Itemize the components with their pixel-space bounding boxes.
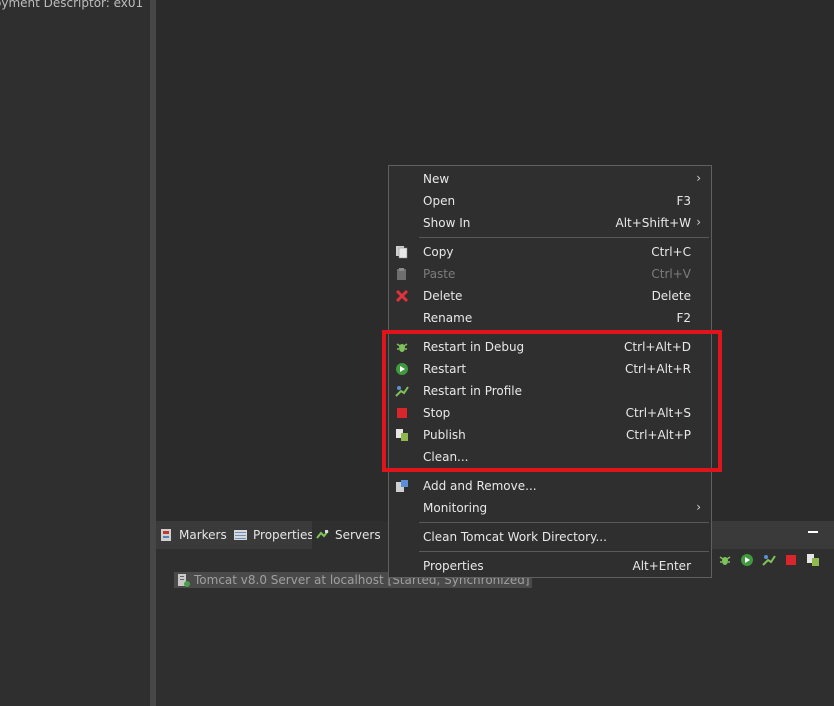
tab-label: Markers: [179, 528, 227, 542]
menu-separator: [419, 237, 709, 238]
menu-item-copy[interactable]: Copy Ctrl+C: [389, 241, 711, 263]
servers-toolbar: [718, 553, 820, 567]
chevron-right-icon: ›: [696, 500, 701, 514]
menu-separator: [419, 522, 709, 523]
chevron-right-icon: ›: [696, 215, 701, 229]
menu-item-label: Show In: [423, 216, 471, 230]
menu-item-shortcut: Alt+Shift+W: [615, 216, 692, 230]
menu-item-label: New: [423, 172, 450, 186]
menu-item-properties[interactable]: Properties Alt+Enter: [389, 555, 711, 577]
markers-icon: [160, 529, 173, 541]
paste-icon: [395, 267, 409, 281]
servers-icon: [316, 529, 329, 541]
menu-item-label: Add and Remove...: [423, 479, 537, 493]
properties-icon: [234, 529, 247, 541]
project-explorer-panel: oyment Descriptor: ex01 l: [0, 0, 150, 706]
tomcat-icon: [176, 573, 190, 587]
menu-item-add-and-remove[interactable]: Add and Remove...: [389, 475, 711, 497]
highlight-annotation-box: [382, 330, 722, 472]
tab-markers[interactable]: Markers: [160, 521, 230, 549]
menu-item-label: Paste: [423, 267, 456, 281]
menu-item-shortcut: Ctrl+C: [651, 245, 691, 259]
add-remove-icon: [395, 479, 409, 493]
menu-item-label: Delete: [423, 289, 463, 303]
tab-properties[interactable]: Properties: [234, 521, 314, 549]
chevron-right-icon: ›: [696, 171, 701, 185]
copy-icon: [395, 245, 409, 259]
menu-item-label: Properties: [423, 559, 484, 573]
profile-icon[interactable]: [762, 553, 776, 567]
menu-item-shortcut: F3: [676, 194, 691, 208]
menu-item-label: Rename: [423, 311, 473, 325]
menu-item-open[interactable]: Open F3: [389, 190, 711, 212]
menu-item-label: Open: [423, 194, 456, 208]
menu-item-label: Monitoring: [423, 501, 488, 515]
tab-label: Properties: [253, 528, 314, 542]
menu-item-monitoring[interactable]: Monitoring ›: [389, 497, 711, 519]
start-icon[interactable]: [740, 553, 754, 567]
tree-item-deployment-descriptor[interactable]: oyment Descriptor: ex01: [0, 0, 143, 10]
menu-separator: [419, 551, 709, 552]
menu-item-new[interactable]: New ›: [389, 168, 711, 190]
menu-item-rename[interactable]: Rename F2: [389, 307, 711, 329]
delete-icon: [395, 289, 409, 303]
menu-item-clean-tomcat-work-directory[interactable]: Clean Tomcat Work Directory...: [389, 526, 711, 548]
menu-item-paste: Paste Ctrl+V: [389, 263, 711, 285]
menu-item-delete[interactable]: Delete Delete: [389, 285, 711, 307]
menu-item-show-in[interactable]: Show In Alt+Shift+W ›: [389, 212, 711, 234]
publish-icon[interactable]: [806, 553, 820, 567]
menu-item-shortcut: F2: [676, 311, 691, 325]
debug-icon[interactable]: [718, 553, 732, 567]
menu-item-shortcut: Alt+Enter: [632, 559, 691, 573]
menu-item-label: Clean Tomcat Work Directory...: [423, 530, 607, 544]
tab-label: Servers: [335, 528, 381, 542]
menu-item-shortcut: Ctrl+V: [651, 267, 691, 281]
menu-item-label: Copy: [423, 245, 454, 259]
stop-icon[interactable]: [784, 553, 798, 567]
menu-item-shortcut: Delete: [651, 289, 691, 303]
minimize-icon[interactable]: [808, 526, 818, 536]
